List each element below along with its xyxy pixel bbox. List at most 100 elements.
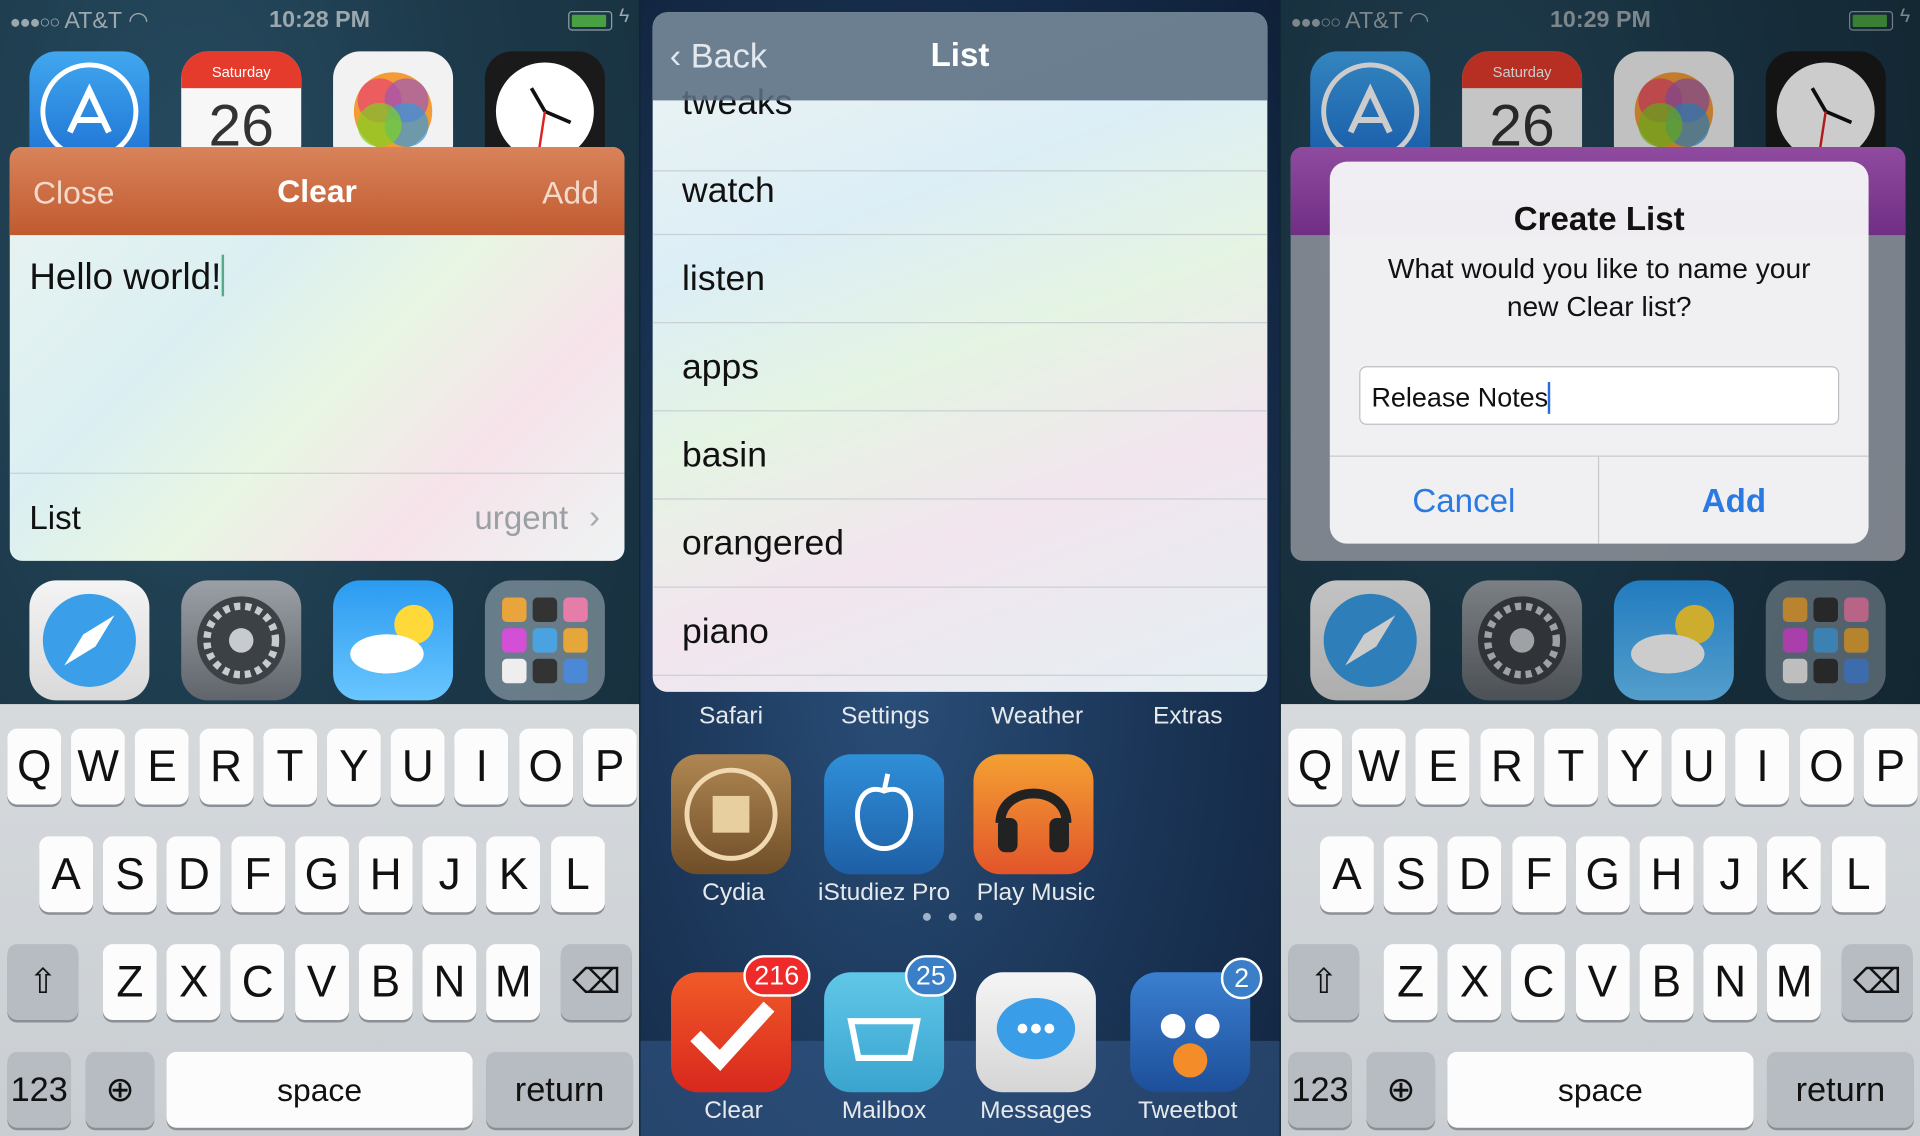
shift-key[interactable]: ⇧ [7, 944, 79, 1021]
key-b[interactable]: B [358, 944, 413, 1021]
settings-icon[interactable] [181, 580, 302, 701]
key-a[interactable]: A [39, 836, 94, 913]
key-c[interactable]: C [230, 944, 285, 1021]
key-r[interactable]: R [199, 728, 253, 805]
key-o[interactable]: O [518, 728, 573, 805]
list-item[interactable]: piano [652, 588, 1268, 676]
app-label-cydia: Cydia [702, 879, 765, 907]
key-z[interactable]: Z [1383, 944, 1438, 1021]
key-b[interactable]: B [1639, 944, 1694, 1021]
compose-title: Clear [277, 172, 357, 210]
nav-bar: ‹ Back List [652, 12, 1268, 101]
key-i[interactable]: I [454, 728, 509, 805]
keyboard: Q W E R T Y U I O P A S D F G H J K L Z X C V B N M ⇧ ⌫ 123 ⊕ space ret… [0, 704, 640, 1136]
globe-key[interactable]: ⊕ [1366, 1051, 1436, 1128]
app-label-weather: Weather [991, 702, 1084, 730]
alert-title: Create List [1513, 200, 1685, 238]
key-r[interactable]: R [1479, 728, 1534, 805]
return-key[interactable]: return [1766, 1051, 1914, 1128]
key-m[interactable]: M [486, 944, 541, 1021]
key-j[interactable]: J [1703, 836, 1758, 913]
key-s[interactable]: S [1383, 836, 1438, 913]
key-l[interactable]: L [550, 836, 605, 913]
key-e[interactable]: E [135, 728, 190, 805]
list-item[interactable]: apps [652, 323, 1268, 412]
key-n[interactable]: N [1703, 944, 1758, 1021]
key-h[interactable]: H [358, 836, 413, 913]
list-item[interactable]: basin [652, 411, 1268, 500]
key-a[interactable]: A [1320, 836, 1374, 913]
app-label-mailbox: Mailbox [841, 1097, 927, 1125]
extras-folder-icon[interactable] [484, 580, 605, 701]
return-key[interactable]: return [486, 1051, 634, 1128]
istudiez-icon[interactable] [824, 754, 945, 875]
key-f[interactable]: F [230, 836, 285, 913]
key-w[interactable]: W [71, 728, 126, 805]
alert-message: What would you like to name your new Cle… [1387, 252, 1811, 323]
safari-icon[interactable] [29, 580, 150, 701]
backspace-key[interactable]: ⌫ [560, 944, 632, 1021]
key-h[interactable]: H [1639, 836, 1694, 913]
page-dots: ●●● [921, 906, 999, 927]
key-l[interactable]: L [1831, 836, 1886, 913]
cydia-icon[interactable] [671, 754, 792, 875]
key-w[interactable]: W [1352, 728, 1406, 805]
weather-icon[interactable] [333, 580, 454, 701]
key-v[interactable]: V [1575, 944, 1630, 1021]
key-g[interactable]: G [294, 836, 349, 913]
key-s[interactable]: S [103, 836, 157, 913]
list-item[interactable]: listen [652, 235, 1268, 324]
compose-text-area[interactable]: Hello world! [29, 254, 224, 299]
key-y[interactable]: Y [1607, 728, 1662, 805]
backspace-key[interactable]: ⌫ [1841, 944, 1913, 1021]
key-u[interactable]: U [390, 728, 445, 805]
cancel-button[interactable]: Cancel [1330, 456, 1600, 544]
app-label-clear: Clear [704, 1097, 763, 1125]
numbers-key[interactable]: 123 [7, 1051, 72, 1128]
app-label-play-music: Play Music [976, 879, 1096, 907]
key-t[interactable]: T [1543, 728, 1598, 805]
key-x[interactable]: X [1447, 944, 1502, 1021]
key-i[interactable]: I [1735, 728, 1790, 805]
key-q[interactable]: Q [7, 728, 62, 805]
list-item[interactable]: watch [652, 147, 1268, 236]
key-e[interactable]: E [1416, 728, 1470, 805]
keyboard: Q W E R T Y U I O P A S D F G H J K L Z X C V B N M ⇧ ⌫ 123 ⊕ space ret… [1280, 704, 1920, 1136]
key-j[interactable]: J [422, 836, 477, 913]
key-p[interactable]: P [1863, 728, 1918, 805]
key-p[interactable]: P [582, 728, 637, 805]
messages-icon[interactable] [975, 972, 1096, 1093]
space-key[interactable]: space [166, 1051, 473, 1128]
text-caret [1548, 382, 1551, 414]
app-label-extras: Extras [1153, 702, 1223, 730]
list-name-input[interactable]: Release Notes [1359, 366, 1840, 425]
key-u[interactable]: U [1671, 728, 1726, 805]
key-m[interactable]: M [1767, 944, 1822, 1021]
key-n[interactable]: N [422, 944, 477, 1021]
list-item[interactable]: orangered [652, 500, 1268, 588]
key-c[interactable]: C [1511, 944, 1566, 1021]
key-v[interactable]: V [294, 944, 349, 1021]
play-music-icon[interactable] [973, 754, 1094, 875]
key-q[interactable]: Q [1288, 728, 1343, 805]
numbers-key[interactable]: 123 [1288, 1051, 1352, 1128]
key-k[interactable]: K [1767, 836, 1822, 913]
key-d[interactable]: D [1447, 836, 1502, 913]
key-x[interactable]: X [166, 944, 221, 1021]
space-key[interactable]: space [1447, 1051, 1754, 1128]
panel-create-list: ●●●○○ AT&T ◠ 10:29 PM ϟ Saturday 26 Crea… [1280, 0, 1920, 1136]
key-f[interactable]: F [1511, 836, 1566, 913]
key-y[interactable]: Y [326, 728, 381, 805]
key-d[interactable]: D [167, 836, 221, 913]
globe-key[interactable]: ⊕ [85, 1051, 155, 1128]
add-list-button[interactable]: Add [1599, 457, 1868, 544]
shift-key[interactable]: ⇧ [1288, 944, 1360, 1021]
key-z[interactable]: Z [102, 944, 157, 1021]
list-picker-row[interactable]: List urgent › [9, 472, 625, 561]
key-o[interactable]: O [1799, 728, 1854, 805]
key-g[interactable]: G [1575, 836, 1630, 913]
key-t[interactable]: T [263, 728, 317, 805]
key-k[interactable]: K [486, 836, 541, 913]
add-button[interactable]: Add [542, 174, 599, 212]
calendar-day: Saturday [211, 63, 271, 81]
